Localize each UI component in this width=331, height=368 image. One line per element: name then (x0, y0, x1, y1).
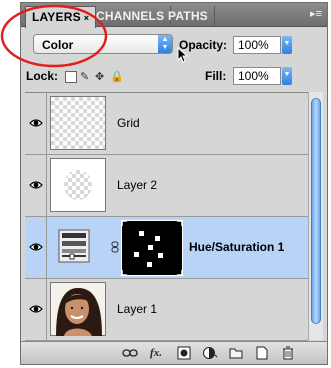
opacity-value: 100% (238, 38, 269, 52)
layer-name: Layer 2 (117, 178, 158, 192)
lock-label: Lock: (26, 69, 59, 83)
opacity-field[interactable]: 100% ▼ (233, 36, 292, 54)
panel-tab-bar: LAYERS × CHANNELS PATHS ▸≡ (21, 3, 327, 28)
new-group-icon[interactable] (228, 346, 244, 360)
blend-mode-value: Color (42, 38, 74, 52)
scrollbar-thumb[interactable] (311, 98, 321, 324)
padlock-icon[interactable]: 🔒 (110, 71, 124, 83)
layers-list: Grid Layer 2 Hue/Saturation 1 Layer 1 (25, 92, 308, 341)
fx-icon[interactable]: fx. (148, 346, 164, 360)
eye-icon (29, 119, 43, 127)
lock-transparent-icon[interactable] (65, 71, 77, 83)
panel-bottom-toolbar: fx. (21, 341, 327, 364)
adjustment-layer-icon[interactable] (202, 346, 218, 360)
layer-mask-thumbnail[interactable] (121, 220, 183, 276)
visibility-toggle[interactable] (25, 155, 47, 216)
chevron-updown-icon[interactable]: ▲ ▼ (158, 35, 172, 53)
tab-layers-label: LAYERS (32, 10, 81, 24)
eye-icon (29, 243, 43, 251)
visibility-toggle[interactable] (25, 93, 47, 154)
new-layer-icon[interactable] (254, 346, 270, 360)
visibility-toggle[interactable] (25, 279, 47, 340)
layer-thumbnail (50, 96, 106, 150)
portrait-photo-thumbnail (50, 282, 106, 336)
fill-value: 100% (238, 69, 269, 83)
layer-name: Grid (117, 116, 140, 130)
layer-row-grid[interactable]: Grid (25, 93, 308, 155)
fill-field[interactable]: 100% ▼ (233, 67, 292, 85)
tab-layers[interactable]: LAYERS × (25, 6, 97, 28)
layers-scrollbar[interactable] (308, 92, 323, 340)
hue-saturation-adjustment-icon (58, 229, 90, 263)
circle-shape (64, 170, 92, 200)
panel-menu-icon[interactable]: ▸≡ (310, 7, 322, 20)
tab-paths[interactable]: PATHS (162, 6, 215, 27)
brush-lock-icon[interactable]: ✎ (80, 71, 92, 83)
layer-row-layer-2[interactable]: Layer 2 (25, 155, 308, 217)
opacity-label: Opacity: (179, 38, 228, 52)
fill-label: Fill: (205, 69, 227, 83)
tab-channels-label: CHANNELS (96, 9, 165, 23)
layer-thumbnail (50, 158, 106, 212)
layer-name: Layer 1 (117, 302, 158, 316)
fill-dropdown-icon[interactable]: ▼ (282, 67, 292, 85)
layers-panel: LAYERS × CHANNELS PATHS ▸≡ Color ▲ ▼ Opaci… (20, 2, 328, 365)
layer-name: Hue/Saturation 1 (189, 240, 285, 254)
eye-icon (29, 181, 43, 189)
trash-icon[interactable] (280, 346, 296, 360)
move-lock-icon[interactable]: ✥ (95, 71, 107, 83)
mask-link-icon[interactable] (111, 241, 119, 253)
tab-paths-label: PATHS (168, 9, 208, 23)
blend-mode-select[interactable]: Color ▲ ▼ (33, 34, 173, 54)
close-icon[interactable]: × (84, 13, 89, 23)
eye-icon (29, 305, 43, 313)
add-mask-icon[interactable] (176, 346, 192, 360)
visibility-toggle[interactable] (25, 217, 47, 278)
opacity-dropdown-icon[interactable]: ▼ (282, 36, 292, 54)
tab-channels[interactable]: CHANNELS (90, 6, 172, 27)
layer-row-hue-saturation-1[interactable]: Hue/Saturation 1 (25, 217, 308, 279)
layer-row-layer-1[interactable]: Layer 1 (25, 279, 308, 341)
link-layers-icon[interactable] (122, 346, 138, 360)
